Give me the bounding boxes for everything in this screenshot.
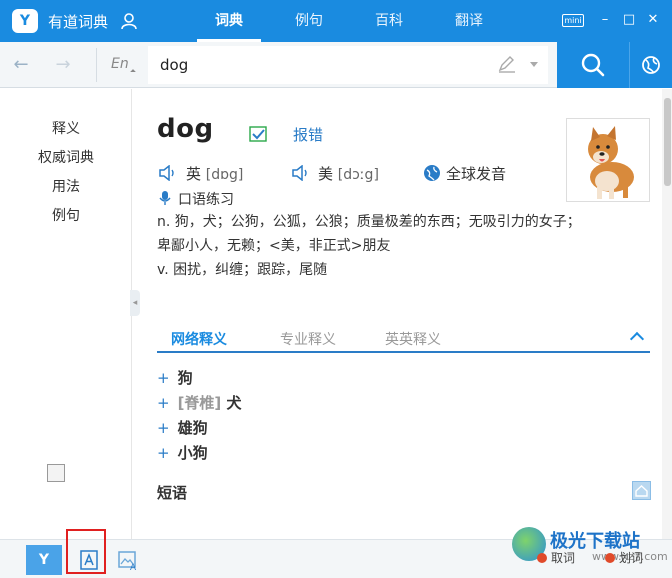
bottom-logo-icon[interactable]: Y [26,545,62,575]
global-pronunciation-icon[interactable] [423,164,441,182]
user-icon[interactable] [120,12,138,30]
pen-icon[interactable] [497,54,517,74]
status-dot-icon [605,553,615,563]
dog-image-icon [588,126,634,199]
expand-plus-icon[interactable]: + [157,444,170,462]
tab-web-definition[interactable]: 网络释义 [171,329,227,349]
tab-encyclopedia[interactable]: 百科 [349,0,429,42]
language-caret-icon [130,69,136,75]
us-label: 美 [318,165,334,183]
headword: dog [157,114,214,144]
forward-arrow-icon[interactable]: → [52,54,74,76]
search-icon [581,53,605,77]
list-item[interactable]: + 狗 [157,367,193,388]
expand-plus-icon[interactable]: + [157,369,170,387]
svg-text:A: A [130,562,136,571]
app-title: 有道词典 [48,13,109,31]
left-sidebar: 释义 权威词典 用法 例句 [0,89,132,539]
title-bar: Y 有道词典 词典 例句 百科 翻译 mini – □ ✕ [0,0,672,42]
scrollbar-thumb[interactable] [664,98,671,186]
back-arrow-icon[interactable]: ← [10,54,32,76]
oral-practice-link[interactable]: 口语练习 [178,189,234,209]
speaker-us-icon[interactable] [291,165,311,181]
status-dot-icon [537,553,547,563]
sidebar-item-definition[interactable]: 释义 [0,118,132,138]
tab-professional-definition[interactable]: 专业释义 [280,329,336,349]
pen-caret-icon[interactable] [530,62,538,67]
uk-label: 英 [186,165,202,183]
globe-button[interactable] [629,42,672,88]
minimize-button[interactable]: – [596,11,614,29]
globe-icon [642,56,660,74]
home-icon [635,485,648,497]
phrases-heading: 短语 [157,484,188,502]
tab-examples[interactable]: 例句 [269,0,349,42]
expand-plus-icon[interactable]: + [157,419,170,437]
global-pronunciation-link[interactable]: 全球发音 [446,163,506,184]
sidebar-item-usage[interactable]: 用法 [0,176,132,196]
expand-plus-icon[interactable]: + [157,394,170,412]
tab-english-definition[interactable]: 英英释义 [385,329,441,349]
sidebar-collapse-handle[interactable]: ◂ [130,290,140,316]
sidebar-item-examples[interactable]: 例句 [0,205,132,225]
definition-line: 卑鄙小人，无赖；<美，非正式>朋友 [157,238,391,254]
us-pronunciation: 美 [dɔːg] [318,163,379,184]
microphone-icon[interactable] [158,190,172,206]
word-capture-toggle[interactable]: 取词 [537,549,575,566]
speaker-uk-icon[interactable] [158,165,178,181]
mini-mode-button[interactable]: mini [562,14,584,27]
highlight-box [66,529,106,574]
search-input[interactable] [148,46,548,84]
uk-phonetic: [dɒg] [205,167,244,183]
dog-thumbnail [566,118,650,202]
tabs-underline [157,351,650,353]
home-button[interactable] [632,481,651,500]
collapse-chevron-up-icon[interactable] [629,331,645,347]
language-label: En [111,56,129,72]
broken-image-icon [47,464,65,482]
list-item[interactable]: + 小狗 [157,442,208,463]
language-selector[interactable]: En [96,48,140,82]
us-phonetic: [dɔːg] [337,167,379,183]
maximize-button[interactable]: □ [620,11,638,29]
sidebar-item-authoritative[interactable]: 权威词典 [0,147,132,167]
report-error-link[interactable]: 报错 [293,124,323,145]
uk-pronunciation: 英 [dɒg] [186,163,243,184]
definition-line: v. 困扰，纠缠；跟踪，尾随 [157,262,328,278]
selection-capture-toggle[interactable]: 划词 [605,549,643,566]
close-button[interactable]: ✕ [644,11,662,29]
tab-translate[interactable]: 翻译 [429,0,509,42]
definition-line: n. 狗，犬；公狗，公狐，公狼；质量极差的东西；无吸引力的女子； [157,214,581,230]
list-item[interactable]: + [脊椎] 犬 [157,392,242,413]
app-logo-icon[interactable]: Y [12,9,38,33]
tab-dictionary[interactable]: 词典 [189,0,269,42]
wordbook-check-icon[interactable] [249,126,267,142]
list-item[interactable]: + 雄狗 [157,417,208,438]
image-translate-icon[interactable]: A [117,549,139,571]
search-button[interactable] [557,42,629,88]
